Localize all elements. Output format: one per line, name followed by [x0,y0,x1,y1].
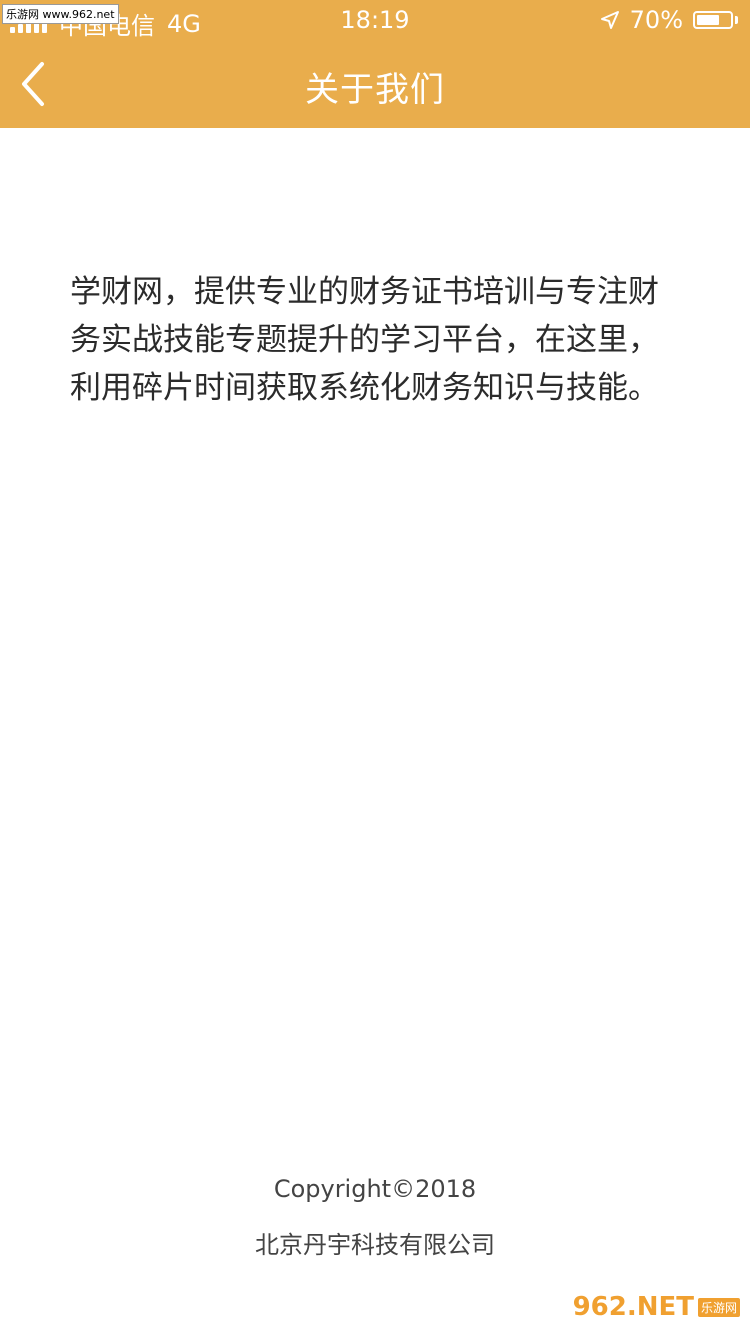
watermark-top: 乐游网 www.962.net [2,4,119,24]
company-name: 北京丹宇科技有限公司 [255,1231,495,1259]
screen: 中国电信 4G 18:19 70% 乐游网 www.962.net 关于我们 学… [0,0,750,1334]
watermark-bottom: 962.NET 乐游网 [573,1292,740,1322]
battery-tip [735,16,738,24]
watermark-main: 962.NET [572,1292,694,1322]
page-title: 关于我们 [305,70,445,110]
footer: Copyright©2018 北京丹宇科技有限公司 [0,1172,750,1262]
status-right: 70% [600,6,738,34]
intro-text: 学财网，提供专业的财务证书培训与专注财务实战技能专题提升的学习平台，在这里，利用… [70,274,659,406]
nav-bar: 关于我们 [0,40,750,128]
battery-percent: 70% [629,6,683,34]
watermark-sub: 乐游网 [697,1297,740,1317]
status-bar: 中国电信 4G 18:19 70% 乐游网 www.962.net [0,0,750,40]
battery-icon [693,11,733,29]
copyright-text: Copyright©2018 [273,1175,477,1203]
location-arrow-icon [600,11,619,29]
header: 中国电信 4G 18:19 70% 乐游网 www.962.net 关于我们 [0,0,750,128]
